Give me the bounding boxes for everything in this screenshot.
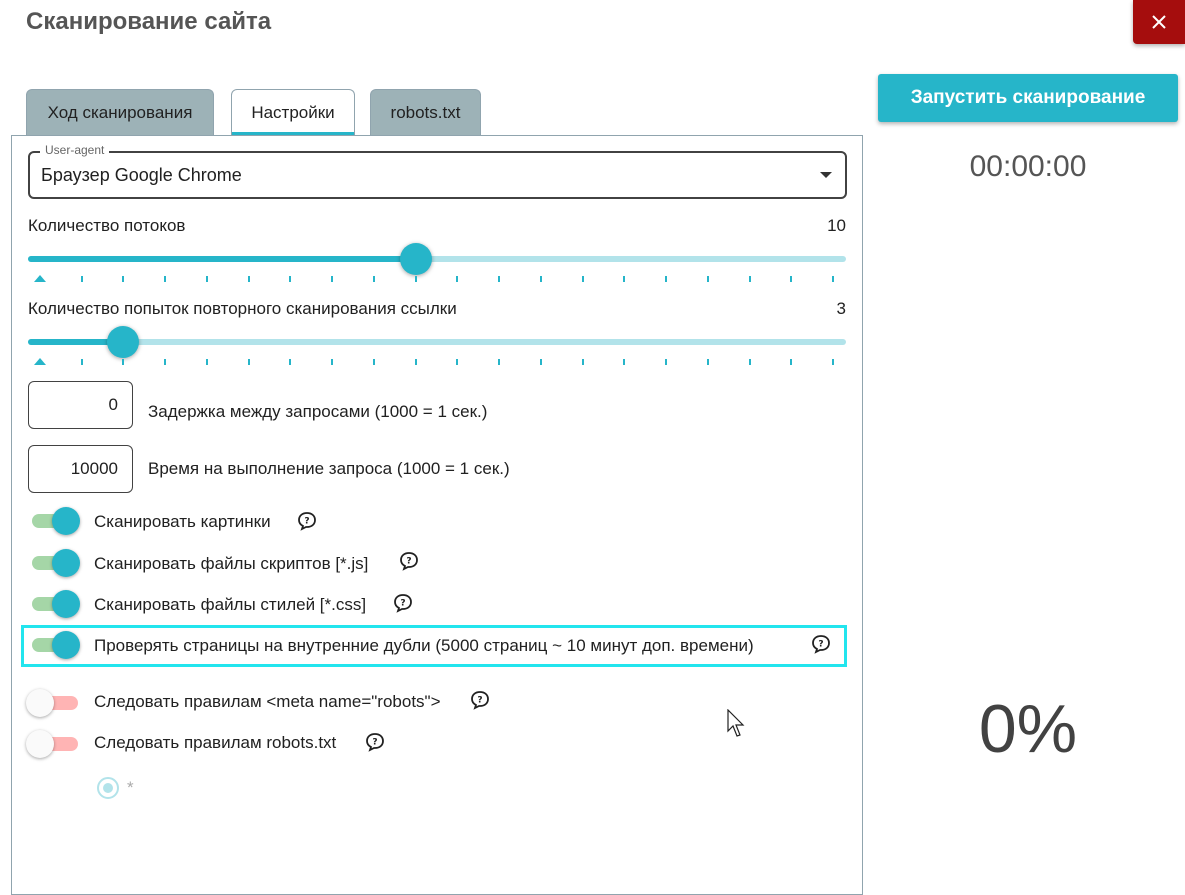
toggle-scan-images[interactable] — [30, 507, 80, 535]
threads-value: 10 — [827, 216, 846, 235]
delay-input[interactable] — [28, 381, 133, 429]
scan-progress-percent: 0% — [978, 691, 1078, 767]
slider-tick — [80, 276, 83, 282]
delay-label: Задержка между запросами (1000 = 1 сек.) — [148, 402, 488, 421]
retries-label: Количество попыток повторного сканирован… — [28, 299, 457, 318]
slider-tick — [247, 276, 250, 282]
dialog-title: Сканирование сайта — [26, 8, 272, 35]
retries-slider[interactable] — [28, 339, 846, 345]
slider-tick — [372, 359, 375, 365]
help-bubble-icon[interactable]: ? — [470, 690, 490, 710]
tab-settings[interactable]: Настройки — [231, 89, 355, 135]
start-scan-button[interactable]: Запустить сканирование — [878, 74, 1178, 122]
toggle-meta-robots[interactable] — [26, 689, 80, 717]
slider-tick — [372, 276, 375, 282]
tab-robots[interactable]: robots.txt — [370, 89, 481, 135]
slider-tick — [164, 359, 167, 365]
slider-tick — [748, 276, 751, 282]
slider-tick — [331, 276, 334, 282]
slider-tick — [832, 276, 834, 282]
slider-tick — [80, 359, 83, 365]
svg-text:?: ? — [477, 696, 482, 706]
threads-slider[interactable] — [28, 256, 846, 262]
slider-tick — [790, 276, 793, 282]
toggle-scan-css-label: Сканировать файлы стилей [*.css] — [94, 595, 367, 614]
slider-tick — [331, 359, 334, 365]
slider-tick — [205, 359, 208, 365]
slider-tick — [623, 359, 626, 365]
slider-min-marker — [34, 275, 46, 282]
retries-value: 3 — [836, 299, 846, 318]
slider-tick — [539, 276, 542, 282]
toggle-check-duplicates[interactable] — [30, 631, 80, 659]
help-bubble-icon[interactable]: ? — [365, 732, 385, 752]
slider-tick — [790, 359, 793, 365]
svg-text:?: ? — [304, 517, 309, 527]
dropdown-arrow-icon[interactable] — [820, 172, 832, 178]
help-bubble-icon[interactable]: ? — [393, 593, 413, 613]
timeout-input[interactable] — [28, 445, 133, 493]
toggle-robots-txt[interactable] — [26, 730, 80, 758]
slider-tick — [539, 359, 542, 365]
slider-tick — [665, 276, 668, 282]
threads-label: Количество потоков — [28, 216, 186, 235]
svg-text:?: ? — [818, 640, 823, 650]
scan-timer: 00:00:00 — [969, 150, 1087, 183]
user-agent-value: Браузер Google Chrome — [41, 165, 242, 185]
slider-tick — [706, 359, 709, 365]
slider-tick — [706, 276, 709, 282]
slider-tick — [581, 359, 584, 365]
toggle-scan-js-label: Сканировать файлы скриптов [*.js] — [94, 554, 369, 573]
threads-slider-fill — [28, 256, 416, 262]
help-bubble-icon[interactable]: ? — [297, 511, 317, 531]
slider-tick — [665, 359, 668, 365]
toggle-check-duplicates-label: Проверять страницы на внутренние дубли (… — [94, 636, 754, 655]
slider-tick — [498, 359, 501, 365]
svg-text:?: ? — [400, 599, 405, 609]
mouse-cursor-icon — [727, 709, 745, 737]
svg-text:?: ? — [406, 557, 411, 567]
slider-tick — [832, 359, 834, 365]
slider-tick — [456, 276, 459, 282]
slider-tick — [581, 276, 584, 282]
slider-tick — [414, 359, 417, 365]
toggle-scan-js[interactable] — [30, 549, 80, 577]
timeout-label: Время на выполнение запроса (1000 = 1 се… — [148, 459, 510, 478]
slider-tick — [414, 276, 417, 282]
user-agent-legend: User-agent — [40, 143, 110, 157]
slider-tick — [247, 359, 250, 365]
slider-tick — [289, 276, 292, 282]
toggle-meta-robots-label: Следовать правилам <meta name="robots"> — [94, 692, 441, 711]
close-button[interactable] — [1133, 0, 1185, 44]
toggle-scan-css[interactable] — [30, 590, 80, 618]
slider-tick — [623, 276, 626, 282]
robots-option-label: * — [127, 778, 134, 797]
slider-min-marker — [34, 358, 46, 365]
slider-tick — [122, 276, 125, 282]
help-bubble-icon[interactable]: ? — [399, 551, 419, 571]
toggle-robots-txt-label: Следовать правилам robots.txt — [94, 733, 337, 752]
slider-tick — [122, 359, 125, 365]
svg-text:?: ? — [372, 738, 377, 748]
threads-slider-thumb[interactable] — [399, 243, 432, 275]
help-bubble-icon[interactable]: ? — [811, 634, 831, 654]
slider-tick — [164, 276, 167, 282]
slider-tick — [498, 276, 501, 282]
slider-tick — [456, 359, 459, 365]
robots-option-radio[interactable] — [97, 777, 119, 799]
slider-tick — [748, 359, 751, 365]
tab-progress[interactable]: Ход сканирования — [26, 89, 214, 135]
slider-tick — [205, 276, 208, 282]
toggle-scan-images-label: Сканировать картинки — [94, 512, 271, 531]
close-icon — [1152, 15, 1166, 29]
slider-tick — [289, 359, 292, 365]
